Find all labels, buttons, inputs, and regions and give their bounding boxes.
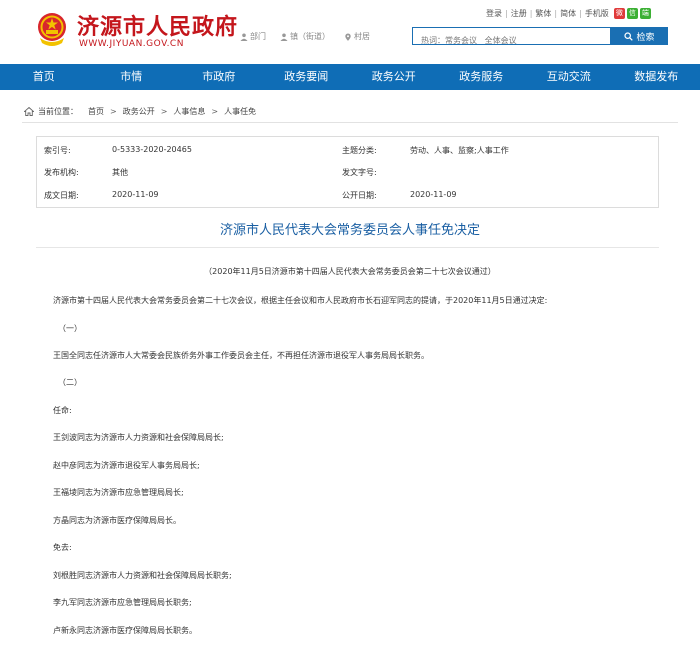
nav-item-city-info[interactable]: 市情 [88, 64, 176, 90]
main-nav: 首页 市情 市政府 政务要闻 政务公开 政务服务 互动交流 数据发布 [0, 64, 700, 90]
breadcrumb-prefix: 当前位置： [38, 107, 78, 116]
article-paragraph: 王福堎同志为济源市应急管理局局长; [53, 488, 184, 497]
mobile-link[interactable]: 手机版 [585, 8, 609, 19]
village-link[interactable]: 村居 [344, 31, 370, 42]
article-paragraph: 李九军同志济源市应急管理局局长职务; [53, 598, 192, 607]
town-link[interactable]: 镇（街道） [280, 31, 330, 42]
topic-label: 主题分类: [342, 146, 377, 155]
breadcrumb-appointments[interactable]: 人事任免 [224, 106, 256, 117]
app-icon[interactable]: 端 [639, 8, 651, 19]
town-link-label: 镇（街道） [290, 32, 330, 41]
index-label: 索引号: [44, 146, 71, 155]
article-paragraph: 卢新永同志济源市医疗保障局局长职务。 [53, 626, 197, 635]
nav-item-services[interactable]: 政务服务 [438, 64, 526, 90]
register-link[interactable]: 注册 [511, 8, 527, 19]
published-value: 2020-11-09 [410, 190, 457, 199]
article-paragraph: （二） [58, 378, 82, 387]
person-icon [280, 33, 288, 41]
login-link[interactable]: 登录 [486, 8, 502, 19]
site-header: 济源市人民政府 WWW.JIYUAN.GOV.CN 部门 镇（街道） 村居 登录… [0, 0, 700, 64]
national-emblem-icon [38, 13, 66, 46]
search-input[interactable] [413, 32, 610, 49]
separator: | [579, 9, 582, 18]
article-paragraph: 免去: [53, 543, 72, 552]
breadcrumb: 当前位置： 首页 > 政务公开 > 人事信息 > 人事任免 [24, 106, 256, 117]
created-label: 成文日期: [44, 191, 79, 200]
article-paragraph: （一） [58, 324, 82, 333]
separator: | [529, 9, 533, 18]
weibo-icon[interactable]: 微 [613, 8, 625, 19]
article-paragraph: 刘根胜同志济源市人力资源和社会保障局局长职务; [53, 571, 232, 580]
org-value: 其他 [112, 168, 128, 177]
index-value: 0-5333-2020-20465 [112, 145, 192, 154]
nav-item-news[interactable]: 政务要闻 [263, 64, 351, 90]
divider [36, 247, 659, 248]
divider [22, 122, 678, 123]
breadcrumb-personnel-info[interactable]: 人事信息 [173, 106, 205, 117]
doc-number-label: 发文字号: [342, 168, 377, 177]
search-button-label: 检索 [636, 32, 655, 43]
breadcrumb-separator: > [160, 107, 168, 116]
social-links: 微 信 端 [613, 8, 651, 19]
published-label: 公开日期: [342, 191, 377, 200]
nav-item-data[interactable]: 数据发布 [613, 64, 700, 90]
article-paragraph: 王国全同志任济源市人大常委会民族侨务外事工作委员会主任，不再担任济源市退役军人事… [53, 351, 429, 360]
village-link-label: 村居 [354, 32, 370, 41]
dept-links: 部门 镇（街道） 村居 [240, 31, 370, 42]
wechat-icon[interactable]: 信 [626, 8, 638, 19]
dept-link[interactable]: 部门 [240, 31, 266, 42]
search-box [412, 27, 611, 49]
site-url: WWW.JIYUAN.GOV.CN [79, 39, 184, 49]
nav-item-disclosure[interactable]: 政务公开 [350, 64, 438, 90]
breadcrumb-home[interactable]: 首页 [88, 106, 104, 117]
location-icon [345, 33, 351, 41]
created-value: 2020-11-09 [112, 190, 159, 199]
article-paragraph: 方晶同志为济源市医疗保障局局长。 [53, 516, 181, 525]
article-title: 济源市人民代表大会常务委员会人事任免决定 [219, 223, 480, 238]
topic-value: 劳动、人事、监察;人事工作 [410, 146, 509, 155]
traditional-link[interactable]: 繁体 [535, 8, 551, 19]
search-icon [624, 31, 634, 41]
home-icon [24, 107, 34, 116]
site-name[interactable]: 济源市人民政府 [77, 9, 238, 41]
top-links: 登录 | 注册 | 繁体 | 简体 | 手机版 微 信 端 [486, 8, 651, 19]
article-paragraph: 王剑波同志为济源市人力资源和社会保障局局长; [53, 433, 224, 442]
document-meta-table: 索引号: 0-5333-2020-20465 主题分类: 劳动、人事、监察;人事… [36, 136, 659, 208]
article-paragraph: 赵中彦同志为济源市退役军人事务局局长; [53, 461, 200, 470]
nav-item-government[interactable]: 市政府 [175, 64, 263, 90]
search-button[interactable]: 检索 [611, 27, 668, 45]
article-paragraph: 任命: [53, 406, 72, 415]
breadcrumb-separator: > [110, 107, 117, 116]
nav-item-home[interactable]: 首页 [0, 64, 88, 90]
dept-link-label: 部门 [250, 32, 266, 41]
article-paragraph: 济源市第十四届人民代表大会常务委员会第二十七次会议，根据主任会议和市人民政府市长… [53, 296, 548, 305]
simplified-link[interactable]: 简体 [560, 8, 576, 19]
breadcrumb-disclosure[interactable]: 政务公开 [123, 106, 155, 117]
article-subhead: （2020年11月5日济源市第十四届人民代表大会常务委员会第二十七次会议通过） [204, 267, 496, 276]
breadcrumb-separator: > [211, 107, 219, 116]
person-icon [240, 33, 248, 41]
separator: | [505, 9, 508, 18]
separator: | [554, 9, 558, 18]
org-label: 发布机构: [44, 168, 79, 177]
nav-item-interaction[interactable]: 互动交流 [525, 64, 613, 90]
